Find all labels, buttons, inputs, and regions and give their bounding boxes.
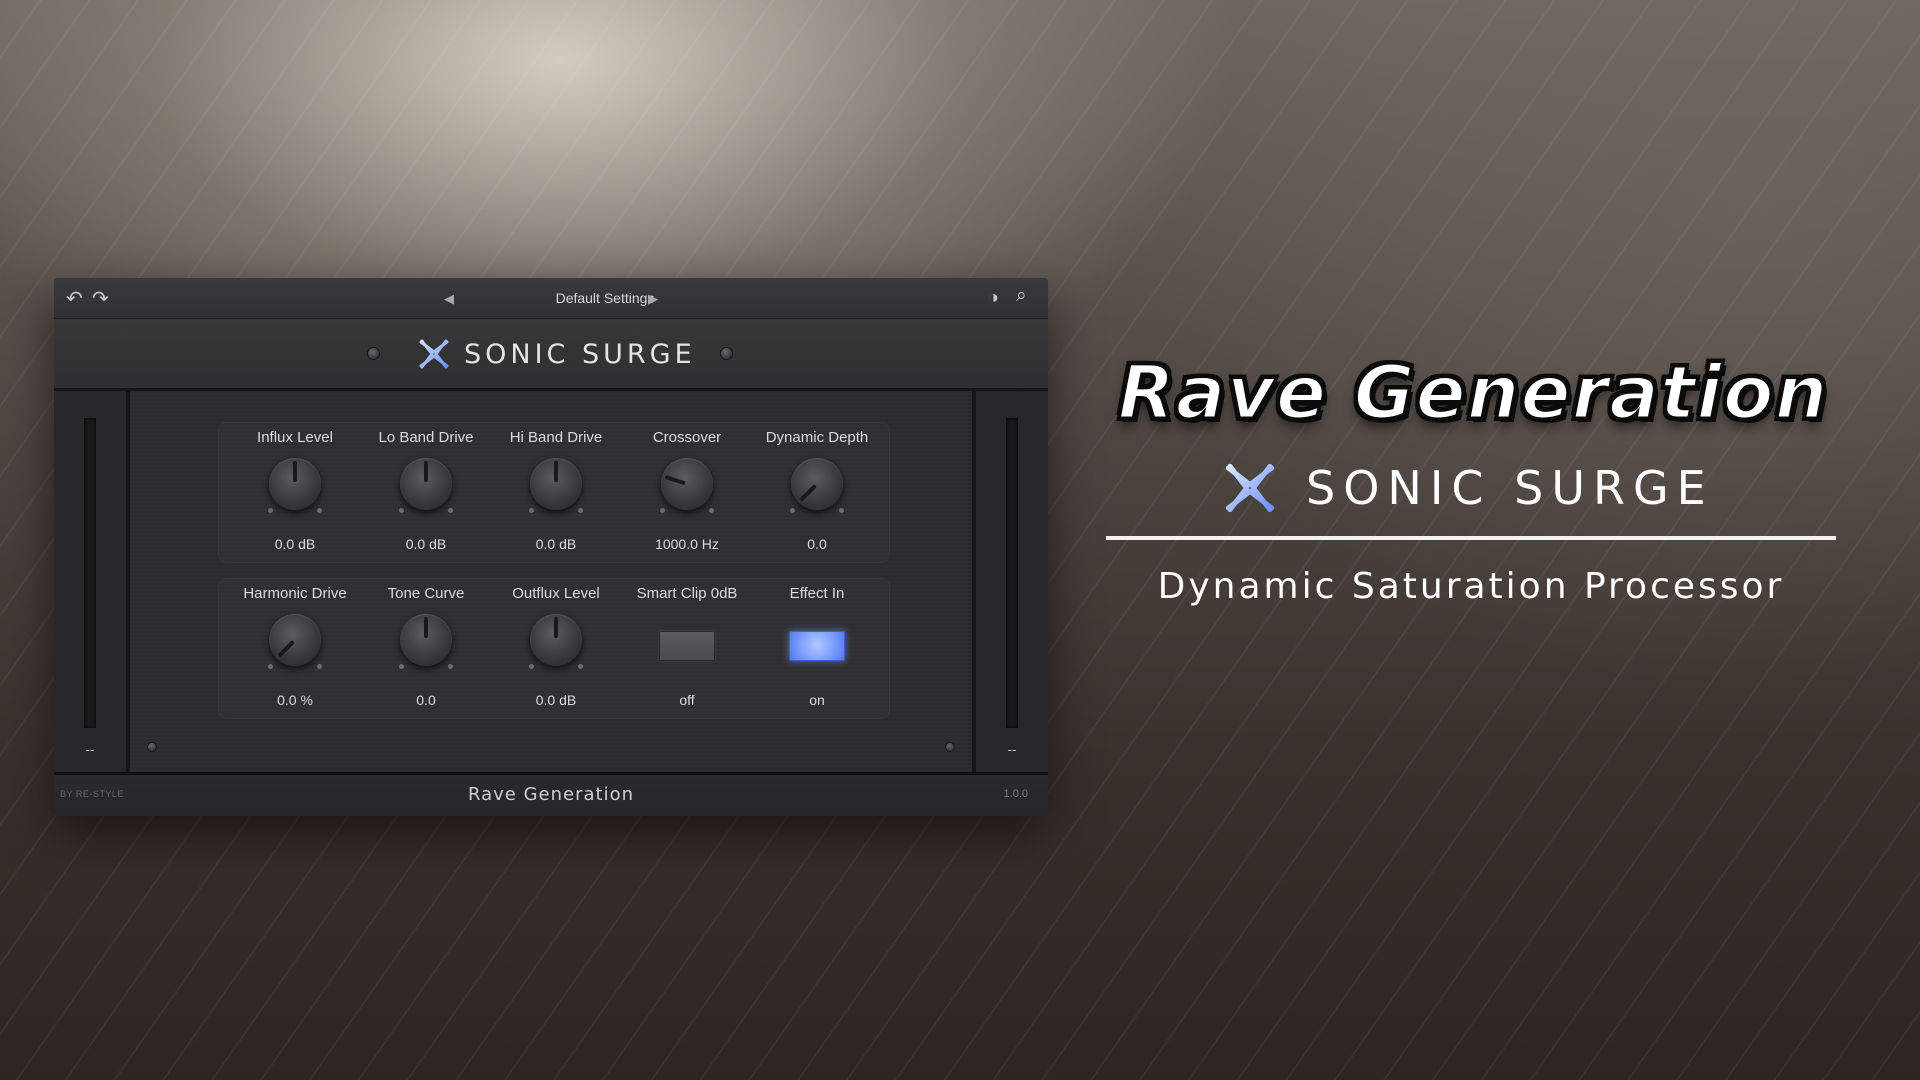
footer-brand: Rave Generation — [467, 784, 634, 805]
input-meter-readout: -- — [85, 742, 95, 757]
search-icon[interactable]: ⌕ — [1016, 285, 1027, 307]
preset-prev-icon[interactable]: ◀ — [444, 291, 454, 307]
range-dot-min — [268, 664, 273, 669]
influx-level-control: Influx Level 0.0 dB — [230, 423, 360, 562]
range-dot-max — [448, 664, 453, 669]
control-label: Smart Clip 0dB — [636, 585, 738, 602]
control-label: Crossover — [652, 429, 722, 446]
plugin-footer: BY RE-STYLE Rave Generation 1.0.0 — [54, 772, 1048, 816]
smart-clip-toggle[interactable] — [659, 631, 715, 661]
range-dot-min — [529, 508, 534, 513]
screw-bottom-left — [148, 743, 156, 751]
range-dot-max — [448, 508, 453, 513]
range-dot-min — [660, 508, 665, 513]
control-row-2: Harmonic Drive 0.0 % Tone Curve 0.0 Outf… — [219, 579, 889, 718]
hi-band-drive-control: Hi Band Drive 0.0 dB — [491, 423, 621, 562]
toolbar: ↶ ↷ ◀ Default Settings ▶ ◑ ⌕ — [54, 278, 1048, 319]
range-dot-min — [268, 508, 273, 513]
screw-right — [721, 348, 732, 359]
control-value: 0.0 dB — [274, 536, 316, 552]
tone-curve-knob[interactable] — [400, 614, 452, 666]
control-label: Hi Band Drive — [509, 429, 603, 446]
range-dot-min — [399, 508, 404, 513]
screw-left — [368, 348, 379, 359]
screw-bottom-right — [946, 743, 954, 751]
lo-band-drive-knob[interactable] — [400, 458, 452, 510]
hi-band-drive-knob[interactable] — [530, 458, 582, 510]
control-value: 0.0 dB — [535, 692, 577, 708]
range-dot-min — [529, 664, 534, 669]
control-label: Tone Curve — [387, 585, 465, 602]
theme-icon[interactable]: ◑ — [988, 287, 999, 308]
influx-level-knob[interactable] — [269, 458, 321, 510]
preset-name[interactable]: Default Settings — [524, 290, 686, 306]
title-divider — [1106, 536, 1836, 540]
harmonic-drive-knob[interactable] — [269, 614, 321, 666]
control-row-1: Influx Level 0.0 dB Lo Band Drive 0.0 dB… — [219, 423, 889, 562]
output-meter — [1006, 418, 1018, 728]
plugin-window: ↶ ↷ ◀ Default Settings ▶ ◑ ⌕ SONIC SURGE… — [54, 278, 1048, 816]
dynamic-depth-knob[interactable] — [791, 458, 843, 510]
input-meter-column: -- — [54, 391, 130, 775]
range-dot-max — [709, 508, 714, 513]
range-dot-max — [578, 664, 583, 669]
range-dot-min — [790, 508, 795, 513]
control-value: 0.0 dB — [405, 536, 447, 552]
redo-icon[interactable]: ↷ — [92, 286, 109, 311]
plugin-title: SONIC SURGE — [464, 338, 696, 370]
plugin-header: SONIC SURGE — [54, 319, 1048, 391]
version-label: 1.0.0 — [1003, 788, 1028, 800]
control-label: Dynamic Depth — [765, 429, 869, 446]
preset-next-icon[interactable]: ▶ — [648, 291, 658, 307]
control-label: Influx Level — [257, 429, 333, 446]
plugin-body: -- Influx Level 0.0 dB Lo Band Drive 0.0… — [54, 391, 1048, 775]
control-value: off — [679, 692, 695, 708]
smart-clip-control: Smart Clip 0dB off — [622, 579, 752, 718]
control-value: on — [809, 692, 825, 708]
tone-curve-control: Tone Curve 0.0 — [361, 579, 491, 718]
control-label: Effect In — [789, 585, 845, 602]
input-meter — [84, 418, 96, 728]
plugin-brand: SONIC SURGE — [416, 336, 696, 372]
outflux-level-control: Outflux Level 0.0 dB — [491, 579, 621, 718]
lo-band-drive-control: Lo Band Drive 0.0 dB — [361, 423, 491, 562]
control-value: 1000.0 Hz — [655, 536, 719, 552]
control-value: 0.0 dB — [535, 536, 577, 552]
effect-in-control: Effect In on — [752, 579, 882, 718]
range-dot-max — [317, 508, 322, 513]
control-value: 0.0 — [416, 692, 436, 708]
harmonic-drive-control: Harmonic Drive 0.0 % — [230, 579, 360, 718]
range-dot-max — [839, 508, 844, 513]
effect-in-toggle[interactable] — [789, 631, 845, 661]
output-meter-readout: -- — [1007, 742, 1017, 757]
controls-panel: Influx Level 0.0 dB Lo Band Drive 0.0 dB… — [130, 391, 972, 775]
range-dot-min — [399, 664, 404, 669]
control-label: Outflux Level — [512, 585, 600, 602]
undo-icon[interactable]: ↶ — [66, 286, 83, 311]
output-meter-column: -- — [972, 391, 1048, 775]
control-value: 0.0 % — [277, 692, 313, 708]
range-dot-max — [317, 664, 322, 669]
product-subtitle: Dynamic Saturation Processor — [1157, 566, 1785, 607]
product-name: SONIC SURGE — [1306, 461, 1714, 515]
control-label: Harmonic Drive — [243, 585, 347, 602]
crossover-control: Crossover 1000.0 Hz — [622, 423, 752, 562]
outflux-level-knob[interactable] — [530, 614, 582, 666]
control-label: Lo Band Drive — [378, 429, 474, 446]
dynamic-depth-control: Dynamic Depth 0.0 — [752, 423, 882, 562]
product-brand: SONIC SURGE — [1220, 458, 1714, 518]
brand-title: Rave Generation — [1116, 349, 1829, 438]
sonic-surge-logo-icon — [419, 339, 449, 369]
range-dot-max — [578, 508, 583, 513]
control-value: 0.0 — [807, 536, 827, 552]
sonic-surge-logo-icon — [1225, 463, 1275, 513]
crossover-knob[interactable] — [661, 458, 713, 510]
